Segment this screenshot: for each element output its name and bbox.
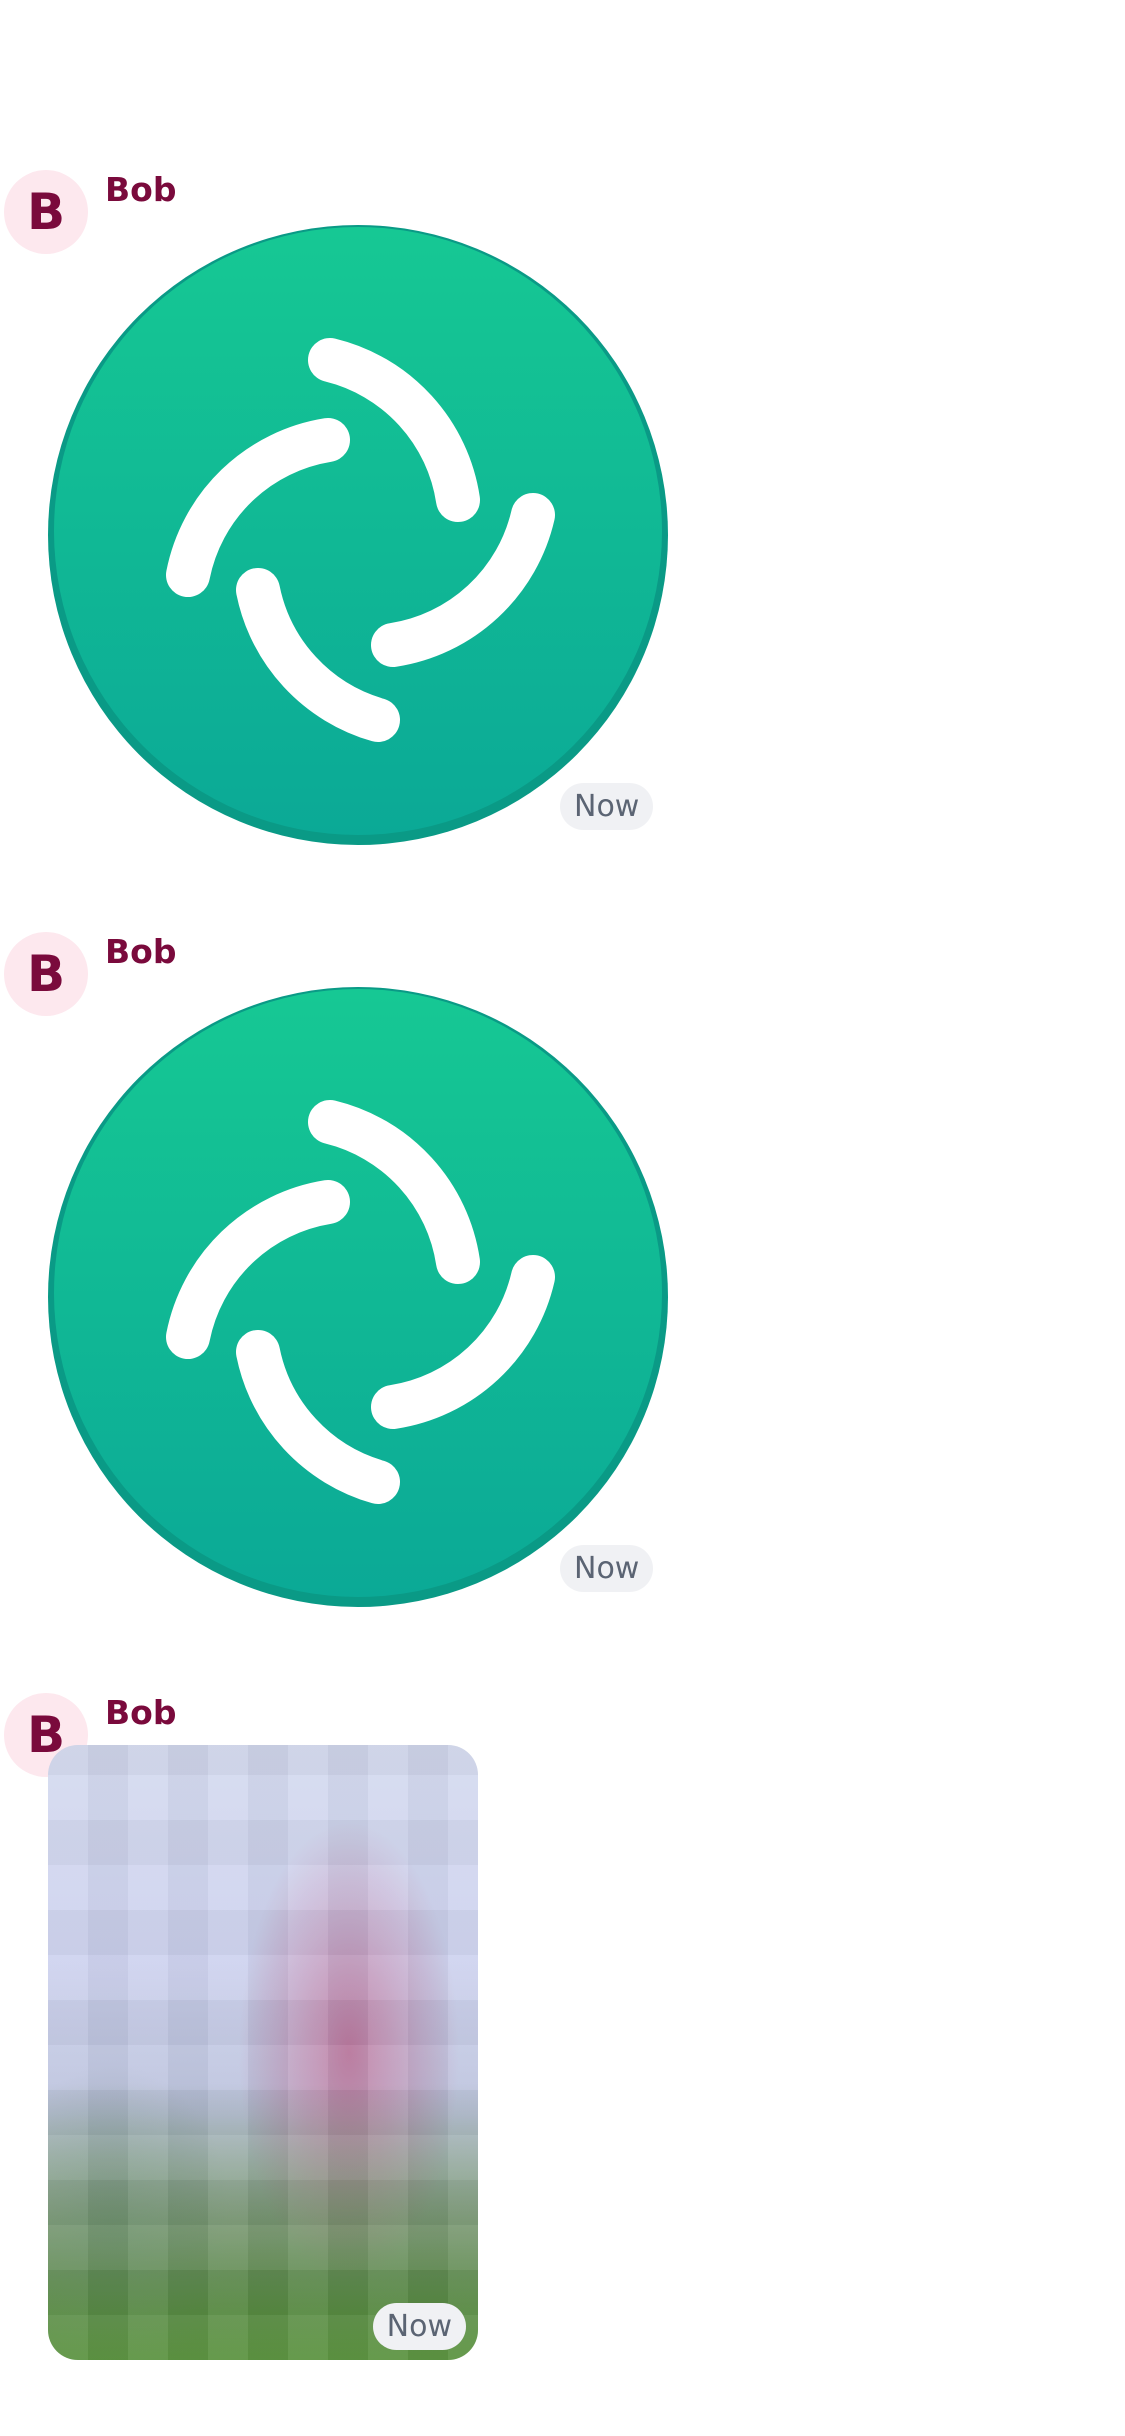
sender-name[interactable]: Bob [105, 932, 176, 971]
photo-blur-overlay [48, 1745, 478, 2360]
image-attachment[interactable]: Now [48, 1745, 478, 2360]
timestamp: Now [372, 2303, 466, 2350]
timestamp: Now [560, 783, 654, 830]
timestamp: Now [560, 1545, 654, 1592]
sender-name[interactable]: Bob [105, 170, 176, 209]
sender-name[interactable]: Bob [105, 1693, 176, 1732]
image-attachment[interactable]: Now [48, 987, 668, 1607]
element-logo-icon [48, 987, 668, 1607]
photo-thumbnail: Now [48, 1745, 478, 2360]
image-attachment[interactable]: Now [48, 225, 668, 845]
element-logo-icon [48, 225, 668, 845]
